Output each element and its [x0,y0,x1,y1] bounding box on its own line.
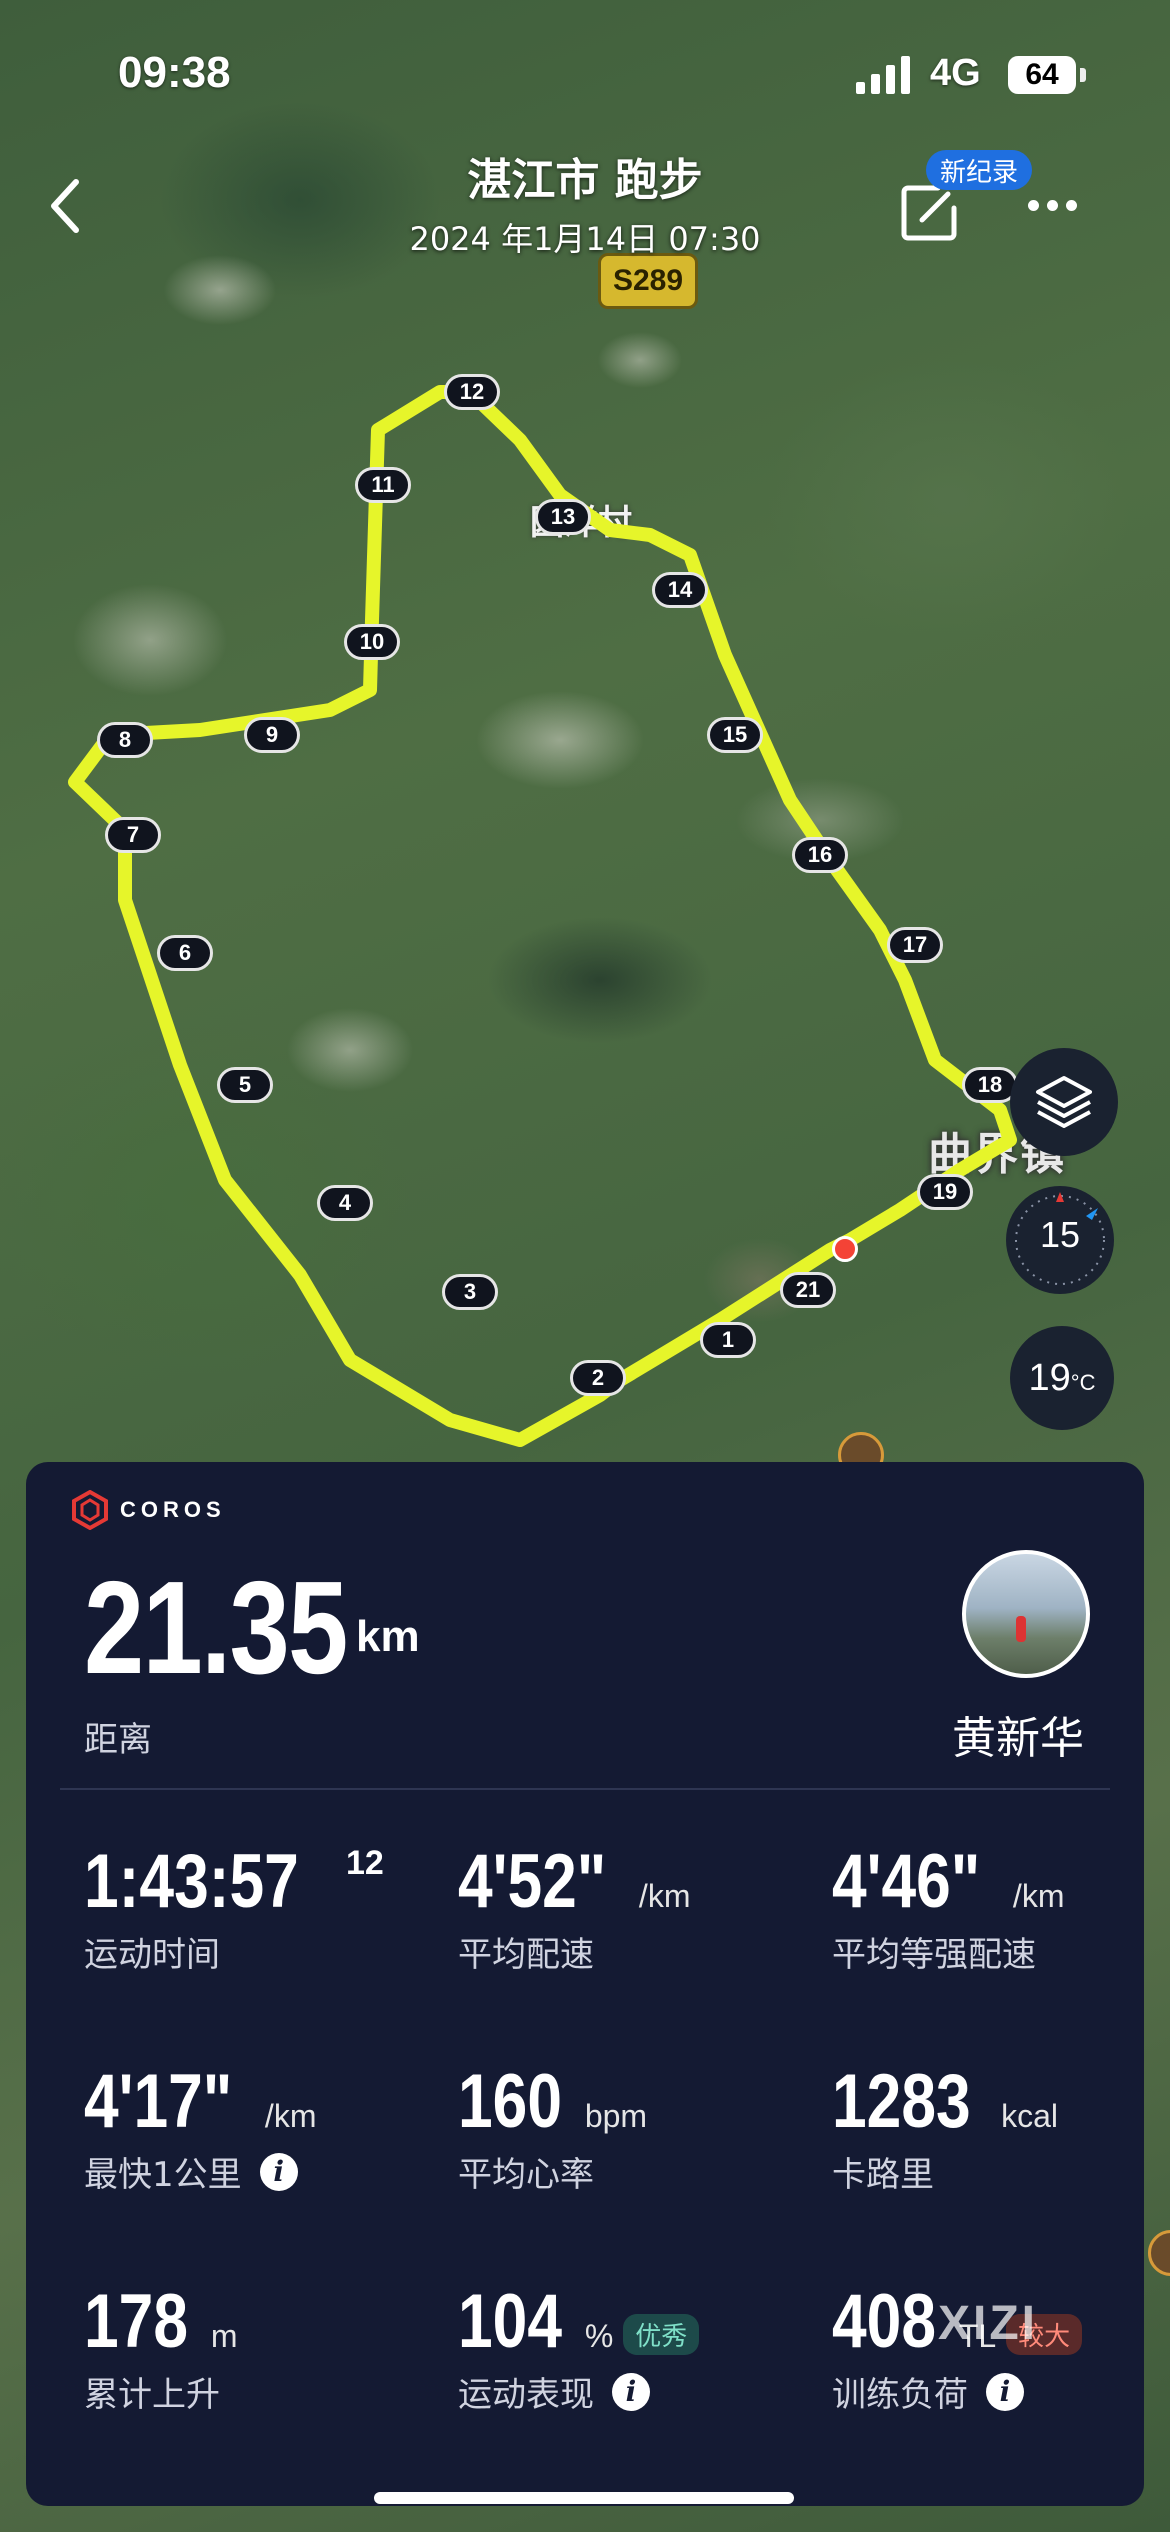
km-marker: 6 [157,935,213,971]
stat-label: 累计上升 [84,2375,220,2415]
temperature-unit: °C [1070,1370,1096,1395]
battery-tip [1080,68,1086,82]
stat-label-row: 运动表现 i [458,2367,699,2416]
stat-avg-heart-rate: 160 bpm 平均心率 [458,2058,647,2196]
stat-fastest-km: 4'17" /km 最快1公里 i [84,2058,316,2196]
stat-avg-grade-adjusted-pace: 4'46" /km 平均等强配速 [832,1838,1064,1976]
stat-unit: /km [264,2098,317,2134]
info-icon[interactable]: i [259,2152,298,2191]
stat-duration: 1:43:57 12 运动时间 [84,1838,384,1976]
stat-value: 4'17" [84,2059,233,2144]
distance-label: 距离 [84,1720,152,1760]
status-time: 09:38 [118,48,231,97]
km-marker: 14 [652,572,708,608]
stat-label: 卡路里 [832,2155,934,2195]
km-marker: 19 [917,1174,973,1210]
activity-datetime: 2024 年1月14日 07:30 [409,220,761,258]
stat-value: 408 [832,2279,936,2364]
stat-sup: 12 [345,1844,384,1882]
finish-point-marker [832,1236,858,1262]
user-name: 黄新华 [952,1713,1084,1764]
stat-label: 训练负荷 [832,2375,968,2415]
stat-calories: 1283 kcal 卡路里 [832,2058,1058,2196]
more-options-icon[interactable] [1028,196,1088,222]
km-marker: 3 [442,1274,498,1310]
km-marker: 13 [535,499,591,535]
stat-unit: m [210,2318,238,2354]
compass-button[interactable]: 15 [1006,1186,1114,1294]
km-marker: 2 [570,1360,626,1396]
new-record-badge[interactable]: 新纪录 [926,150,1033,190]
divider [60,1788,1110,1790]
avatar[interactable] [962,1550,1090,1678]
km-marker: 11 [355,467,411,503]
km-marker: 9 [244,717,300,753]
stat-label: 运动时间 [84,1935,220,1975]
stat-unit: bpm [584,2098,648,2134]
back-arrow-icon[interactable] [42,176,92,236]
stat-unit: % [584,2318,614,2354]
stat-elevation-gain: 178 m 累计上升 [84,2278,237,2416]
status-badge: 优秀 [623,2314,700,2355]
km-marker: 21 [780,1272,836,1308]
stat-value: 178 [84,2279,188,2364]
brand-logo: COROS [70,1490,226,1530]
brand-name: COROS [120,1497,226,1522]
km-marker: 17 [887,927,943,963]
stat-value: 160 [458,2059,562,2144]
stat-avg-pace: 4'52" /km 平均配速 [458,1838,690,1976]
page-title: 湛江市 跑步 [467,155,703,206]
stat-unit: kcal [1001,2098,1058,2134]
km-marker: 4 [317,1185,373,1221]
stat-value: 4'52" [458,1839,607,1924]
stat-label-row: 最快1公里 i [84,2147,316,2196]
km-marker: 5 [217,1067,273,1103]
stat-value: 4'46" [832,1839,981,1924]
stat-unit: /km [638,1878,691,1914]
stat-value: 104 [458,2279,562,2364]
home-indicator[interactable] [374,2492,794,2504]
compass-value: 15 [1039,1214,1081,1255]
layers-icon [1036,1076,1092,1128]
km-marker: 7 [105,817,161,853]
km-marker: 12 [444,374,500,410]
km-marker: 10 [344,624,400,660]
stat-value: 1283 [832,2059,971,2144]
stat-value: 1:43:57 [84,1839,299,1924]
km-marker: 1 [700,1322,756,1358]
battery-level: 64 [1025,58,1059,91]
stat-label-row: 训练负荷 i [832,2367,1082,2416]
battery-icon: 64 [1008,56,1076,94]
stat-label: 平均心率 [458,2155,594,2195]
map-layers-button[interactable] [1010,1048,1118,1156]
info-icon[interactable]: i [612,2372,650,2411]
temperature-value: 19 [1028,1356,1071,1399]
stat-label: 运动表现 [458,2375,594,2415]
stat-label: 平均等强配速 [832,1935,1036,1975]
km-marker: 16 [792,837,848,873]
distance-unit: km [356,1612,420,1661]
network-type: 4G [930,52,981,94]
km-marker: 15 [707,717,763,753]
km-marker: 8 [97,722,153,758]
stat-performance: 104% 优秀 运动表现 i [458,2278,700,2416]
signal-strength-icon [856,56,910,94]
temperature-button[interactable]: 19 °C [1010,1326,1114,1430]
stat-label: 最快1公里 [84,2155,242,2195]
stat-unit: /km [1012,1878,1065,1914]
info-icon[interactable]: i [986,2372,1024,2411]
stat-label: 平均配速 [458,1935,594,1975]
distance-value: 21.35 [84,1554,348,1701]
watermark: XIZI [938,2297,1039,2350]
coros-logo-icon [72,1490,108,1530]
